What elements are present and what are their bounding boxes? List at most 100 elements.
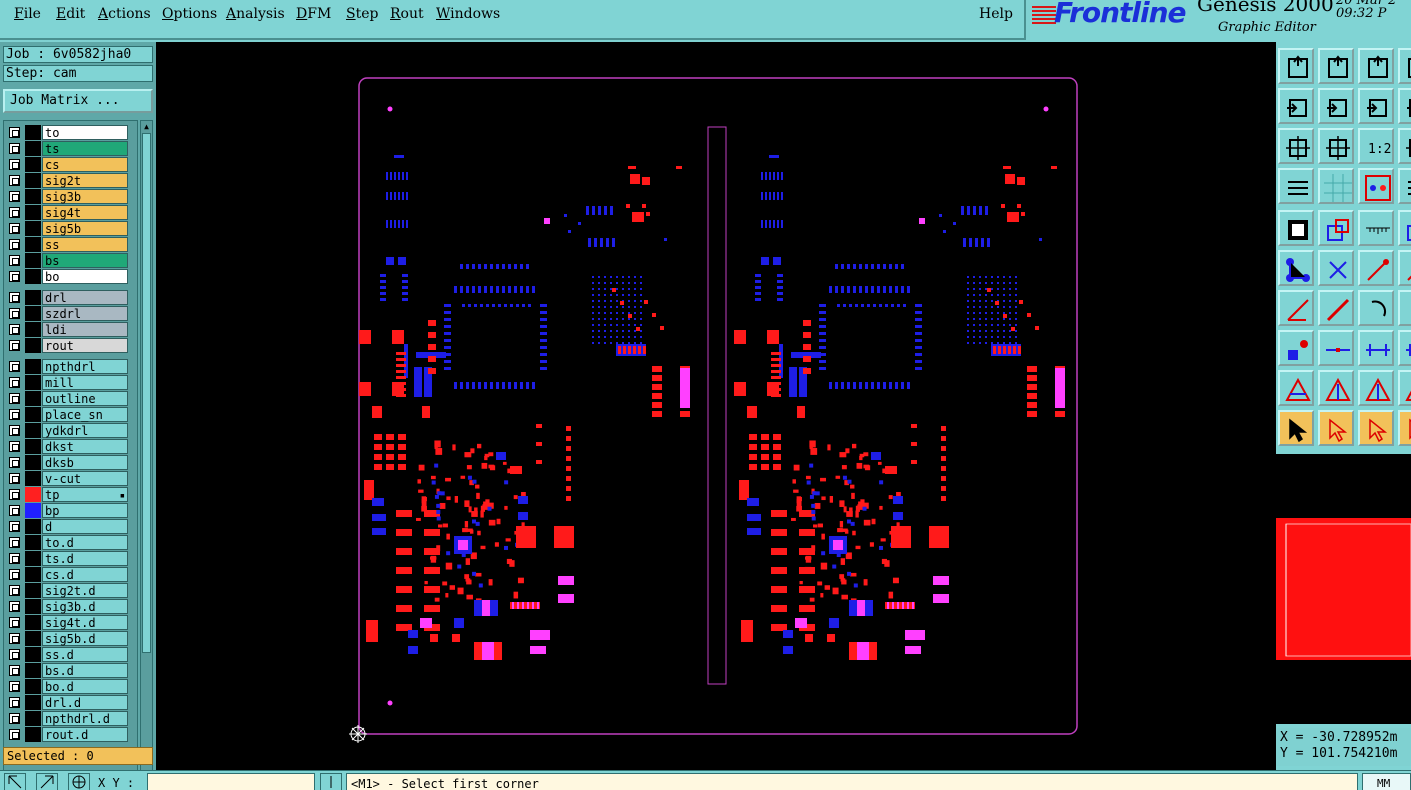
layer-name[interactable]: mill xyxy=(42,375,128,390)
layer-color-swatch[interactable] xyxy=(25,237,41,252)
layer-row[interactable]: ss xyxy=(6,237,128,252)
tool-icon[interactable] xyxy=(1358,330,1394,366)
ratio-icon[interactable] xyxy=(1278,128,1314,164)
layer-name[interactable]: cs.d xyxy=(42,567,128,582)
layer-checkbox[interactable] xyxy=(9,505,20,516)
layer-checkbox[interactable] xyxy=(9,239,20,250)
layer-name[interactable]: ldi xyxy=(42,322,128,337)
layer-checkbox[interactable] xyxy=(9,713,20,724)
tool-icon[interactable] xyxy=(1358,410,1394,446)
select-box-icon[interactable] xyxy=(1278,330,1314,366)
layer-name[interactable]: to xyxy=(42,125,128,140)
layer-color-swatch[interactable] xyxy=(25,290,41,305)
menu-rout[interactable]: Rout xyxy=(390,6,424,22)
layer-color-swatch[interactable] xyxy=(25,631,41,646)
layer-checkbox[interactable] xyxy=(9,649,20,660)
layer-row[interactable]: rout xyxy=(6,338,128,353)
draw-rect-icon[interactable] xyxy=(1318,168,1354,204)
select-icon[interactable] xyxy=(1398,290,1411,326)
layer-color-swatch[interactable] xyxy=(25,551,41,566)
layer-color-swatch[interactable] xyxy=(25,423,41,438)
layer-color-swatch[interactable] xyxy=(25,269,41,284)
layer-color-swatch[interactable] xyxy=(25,567,41,582)
pan-left-icon[interactable] xyxy=(1398,48,1411,84)
layer-checkbox[interactable] xyxy=(9,617,20,628)
layer-checkbox[interactable] xyxy=(9,159,20,170)
layer-name[interactable]: npthdrl xyxy=(42,359,128,374)
pin-icon[interactable] xyxy=(1318,250,1354,286)
layer-row[interactable]: ts xyxy=(6,141,128,156)
layer-color-swatch[interactable] xyxy=(25,535,41,550)
layer-checkbox[interactable] xyxy=(9,340,20,351)
layer-checkbox[interactable] xyxy=(9,377,20,388)
home-icon[interactable] xyxy=(1358,48,1394,84)
layer-color-swatch[interactable] xyxy=(25,253,41,268)
tool-icon[interactable] xyxy=(1318,410,1354,446)
layer-checkbox[interactable] xyxy=(9,425,20,436)
layer-checkbox[interactable] xyxy=(9,361,20,372)
menu-edit[interactable]: Edit xyxy=(56,6,85,22)
layer-checkbox[interactable] xyxy=(9,537,20,548)
measure-icon[interactable] xyxy=(1358,168,1394,204)
pointer-tool-icon[interactable] xyxy=(36,773,58,790)
triangle-icon[interactable] xyxy=(1278,290,1314,326)
menu-file[interactable]: File xyxy=(14,6,41,22)
layer-checkbox[interactable] xyxy=(9,191,20,202)
layer-checkbox[interactable] xyxy=(9,521,20,532)
fit-icon[interactable] xyxy=(1358,88,1394,124)
layer-checkbox[interactable] xyxy=(9,409,20,420)
layer-color-swatch[interactable] xyxy=(25,189,41,204)
layer-row[interactable]: npthdrl xyxy=(6,359,128,374)
tool-icon[interactable] xyxy=(1398,370,1411,406)
layer-color-swatch[interactable] xyxy=(25,471,41,486)
layer-color-swatch[interactable] xyxy=(25,455,41,470)
layer-color-swatch[interactable] xyxy=(25,487,41,502)
layer-color-swatch[interactable] xyxy=(25,407,41,422)
layer-name[interactable]: bo.d xyxy=(42,679,128,694)
layer-row[interactable]: mill xyxy=(6,375,128,390)
menu-windows[interactable]: Windows xyxy=(436,6,500,22)
tool-icon[interactable] xyxy=(1278,410,1314,446)
layer-checkbox[interactable] xyxy=(9,393,20,404)
layer-name[interactable]: sig5b xyxy=(42,221,128,236)
layer-name[interactable]: d xyxy=(42,519,128,534)
layer-name[interactable]: drl xyxy=(42,290,128,305)
layer-color-swatch[interactable] xyxy=(25,647,41,662)
layer-color-swatch[interactable] xyxy=(25,221,41,236)
layer-row[interactable]: bs xyxy=(6,253,128,268)
layer-color-swatch[interactable] xyxy=(25,599,41,614)
layer-color-swatch[interactable] xyxy=(25,615,41,630)
select-tool-icon[interactable] xyxy=(4,773,26,790)
menu-dfm[interactable]: DFM xyxy=(296,6,331,22)
layer-checkbox[interactable] xyxy=(9,697,20,708)
layer-name[interactable]: bs xyxy=(42,253,128,268)
layer-name[interactable]: ts xyxy=(42,141,128,156)
layer-scrollbar[interactable]: ▲ ▼ xyxy=(140,120,153,785)
layer-row[interactable]: v-cut xyxy=(6,471,128,486)
layer-color-swatch[interactable] xyxy=(25,322,41,337)
layer-name[interactable]: ydkdrl xyxy=(42,423,128,438)
layer-row[interactable]: ldi xyxy=(6,322,128,337)
layer-color-swatch[interactable] xyxy=(25,439,41,454)
menu-step[interactable]: Step xyxy=(346,6,378,22)
layers-icon[interactable] xyxy=(1398,128,1411,164)
connect-icon[interactable] xyxy=(1318,210,1354,246)
arrow-b-icon[interactable] xyxy=(1358,290,1394,326)
cross-icon[interactable] xyxy=(1278,210,1314,246)
select-circle-icon[interactable] xyxy=(1318,330,1354,366)
units-toggle[interactable]: MM xyxy=(1362,773,1411,790)
layer-row[interactable]: ydkdrl xyxy=(6,423,128,438)
layer-name[interactable]: bo xyxy=(42,269,128,284)
undo-view-icon[interactable] xyxy=(1318,88,1354,124)
grid-snap-icon[interactable] xyxy=(68,773,90,790)
layer-color-swatch[interactable] xyxy=(25,391,41,406)
layer-color-swatch[interactable] xyxy=(25,663,41,678)
layer-checkbox[interactable] xyxy=(9,255,20,266)
layer-name[interactable]: sig3b.d xyxy=(42,599,128,614)
layer-row[interactable]: d xyxy=(6,519,128,534)
layer-name[interactable]: ss xyxy=(42,237,128,252)
layer-name[interactable]: v-cut xyxy=(42,471,128,486)
layer-row[interactable]: bo xyxy=(6,269,128,284)
zoom-out-icon[interactable] xyxy=(1318,48,1354,84)
layer-name[interactable]: dkst xyxy=(42,439,128,454)
